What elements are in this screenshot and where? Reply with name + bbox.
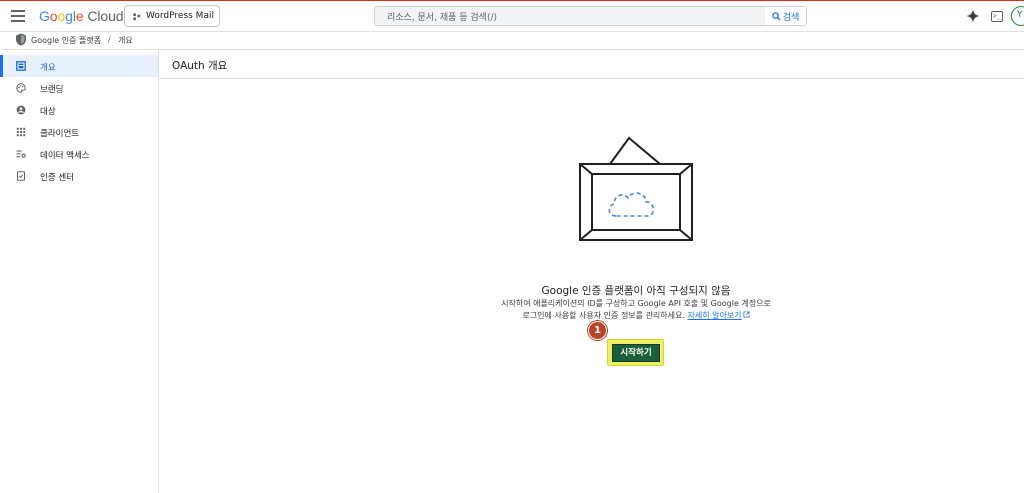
sidebar-item-label: 브랜딩 xyxy=(40,85,64,95)
breadcrumb: Google 인증 플랫폼 / 개요 xyxy=(0,32,1024,48)
main-header: OAuth 개요 xyxy=(160,49,1024,79)
sidebar-item-verification-center[interactable]: 인증 센터 xyxy=(0,165,158,187)
project-selector-button[interactable]: WordPress Mail xyxy=(124,5,220,27)
description-line-2: 로그인에 사용할 사용자 인증 정보를 관리하세요. 자세히 알아보기 xyxy=(460,310,812,322)
google-cloud-logo[interactable]: Google Cloud xyxy=(39,8,124,24)
description-line-1: 시작하여 애플리케이션의 ID를 구성하고 Google API 호출 및 Go… xyxy=(501,299,771,308)
page-title: OAuth 개요 xyxy=(172,60,228,72)
sidebar-item-label: 개요 xyxy=(40,63,56,73)
sidebar-item-clients[interactable]: 클라이언트 xyxy=(0,121,158,143)
project-name: WordPress Mail xyxy=(146,11,214,21)
search-icon xyxy=(771,11,781,21)
breadcrumb-item-auth-platform[interactable]: Google 인증 플랫폼 xyxy=(31,35,101,46)
empty-state-description: 시작하여 애플리케이션의 ID를 구성하고 Google API 호출 및 Go… xyxy=(460,298,812,322)
search-input[interactable]: 리소스, 문서, 제품 등 검색(/) xyxy=(374,6,766,26)
search-button-label: 검색 xyxy=(782,12,800,23)
verified-document-icon xyxy=(17,171,25,181)
cloud-shell-icon[interactable]: >_ xyxy=(991,11,1003,22)
project-dots-icon xyxy=(133,12,141,20)
start-button-highlight: 시작하기 xyxy=(607,339,664,366)
sidebar-item-audience[interactable]: 대상 xyxy=(0,99,158,121)
logo-product: Cloud xyxy=(87,8,124,24)
gemini-spark-icon[interactable] xyxy=(966,9,980,23)
empty-state-title: Google 인증 플랫폼이 아직 구성되지 않음 xyxy=(541,285,731,297)
step-number-badge: 1 xyxy=(588,321,607,340)
shield-icon xyxy=(16,33,26,46)
sidebar-item-label: 데이터 액세스 xyxy=(40,151,90,161)
sidebar-item-branding[interactable]: 브랜딩 xyxy=(0,77,158,99)
palette-icon xyxy=(16,83,26,93)
sidebar: 개요 브랜딩 대상 클라이언트 데이터 액세스 인증 센터 xyxy=(0,49,159,493)
hamburger-menu-icon[interactable] xyxy=(11,10,25,22)
breadcrumb-item-overview: 개요 xyxy=(118,36,133,45)
sidebar-item-label: 대상 xyxy=(40,107,56,117)
grid-dots-icon xyxy=(16,127,26,137)
avatar[interactable]: Y xyxy=(1011,6,1024,26)
sidebar-item-data-access[interactable]: 데이터 액세스 xyxy=(0,143,158,165)
search-placeholder: 리소스, 문서, 제품 등 검색(/) xyxy=(387,12,498,23)
sidebar-item-overview[interactable]: 개요 xyxy=(0,55,158,77)
avatar-initial: Y xyxy=(1017,10,1023,20)
top-bar: Google Cloud WordPress Mail 리소스, 문서, 제품 … xyxy=(0,1,1024,32)
person-icon xyxy=(16,105,26,115)
empty-state-illustration xyxy=(579,136,693,241)
dashboard-icon xyxy=(16,61,26,71)
learn-more-link[interactable]: 자세히 알아보기 xyxy=(687,311,750,320)
start-button[interactable]: 시작하기 xyxy=(612,344,660,362)
sidebar-item-label: 인증 센터 xyxy=(40,173,74,183)
sidebar-item-label: 클라이언트 xyxy=(40,129,80,139)
app-window: Google Cloud WordPress Mail 리소스, 문서, 제품 … xyxy=(0,0,1024,493)
external-link-icon xyxy=(743,311,750,318)
list-settings-icon xyxy=(16,150,26,158)
breadcrumb-separator: / xyxy=(108,35,111,44)
search-button[interactable]: 검색 xyxy=(765,6,807,26)
